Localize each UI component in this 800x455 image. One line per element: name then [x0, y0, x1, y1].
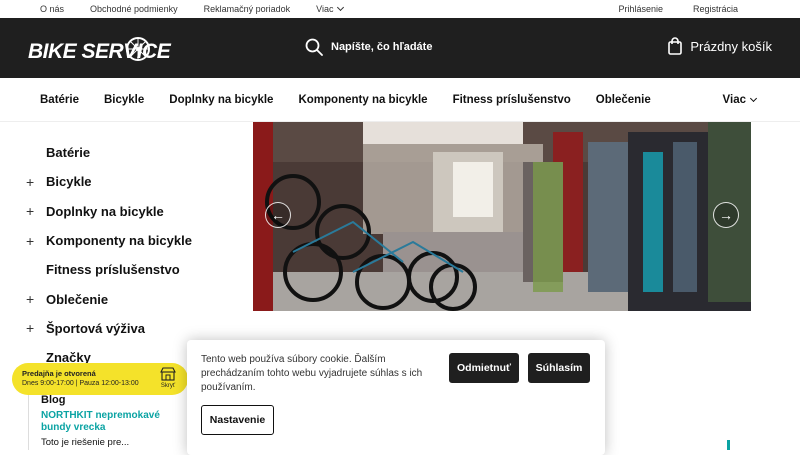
- sidebar-item-bicykle[interactable]: + Bicykle: [26, 167, 226, 196]
- sidebar-item-komponenty[interactable]: + Komponenty na bicykle: [26, 226, 226, 255]
- shopping-bag-icon: [668, 37, 683, 55]
- topbar-link-terms[interactable]: Obchodné podmienky: [90, 4, 178, 14]
- nav-item-oblecenie[interactable]: Oblečenie: [596, 94, 651, 106]
- sidebar-item-vyziva[interactable]: + Športová výživa: [26, 314, 226, 343]
- accent-bar: [727, 440, 730, 450]
- hero-banner-shop-photo[interactable]: ← →: [253, 122, 751, 311]
- hours-status: Predajňa je otvorená: [22, 369, 96, 378]
- arrow-left-icon: ←: [271, 207, 285, 223]
- cookie-decline-button[interactable]: Odmietnuť: [449, 353, 519, 383]
- nav-item-doplnky[interactable]: Doplnky na bicykle: [169, 94, 273, 106]
- search-icon: [305, 38, 323, 56]
- hide-badge-button[interactable]: Skryť: [158, 367, 178, 389]
- site-header: BIKE SERVICE Napíšte, čo hľadáte Prázdny…: [0, 18, 800, 78]
- hours-times: Dnes 9:00-17:00 | Pauza 12:00-13:00: [22, 380, 139, 387]
- plus-icon[interactable]: +: [26, 233, 46, 249]
- bike-service-logo[interactable]: BIKE SERVICE: [28, 28, 171, 68]
- cookie-consent-dialog: Tento web používa súbory cookie. Ďalším …: [187, 340, 605, 455]
- cookie-accept-button[interactable]: Súhlasím: [528, 353, 590, 383]
- nav-item-bicykle[interactable]: Bicykle: [104, 94, 144, 106]
- store-icon: [160, 367, 176, 381]
- chevron-down-icon: [749, 94, 758, 103]
- sidebar-item-label: Oblečenie: [46, 291, 109, 307]
- sidebar-item-oblecenie[interactable]: + Oblečenie: [26, 284, 226, 313]
- cart-label: Prázdny košík: [690, 38, 772, 54]
- plus-icon[interactable]: +: [26, 291, 46, 307]
- sidebar-item-baterie[interactable]: Batérie: [26, 138, 226, 167]
- category-sidebar: Batérie + Bicykle + Doplnky na bicykle + Ko…: [26, 138, 226, 372]
- nav-item-fitness[interactable]: Fitness príslušenstvo: [453, 94, 571, 106]
- topbar-more-menu[interactable]: Viac: [316, 3, 345, 14]
- plus-icon[interactable]: +: [26, 203, 46, 219]
- hide-badge-label: Skryť: [160, 383, 176, 389]
- sidebar-item-label: Bicykle: [46, 174, 92, 190]
- sidebar-item-fitness[interactable]: Fitness príslušenstvo: [26, 255, 226, 284]
- cart-button[interactable]: Prázdny košík: [668, 37, 772, 55]
- sidebar-item-label: Športová výživa: [46, 320, 145, 336]
- opening-hours-badge[interactable]: Predajňa je otvorená Dnes 9:00-17:00 | P…: [12, 363, 188, 395]
- nav-more-label: Viac: [722, 94, 746, 106]
- topbar-link-complaints[interactable]: Reklamačný poriadok: [204, 4, 291, 14]
- sidebar-item-label: Fitness príslušenstvo: [46, 262, 180, 278]
- topbar-more-label: Viac: [316, 4, 334, 14]
- sidebar-item-label: Batérie: [46, 145, 91, 161]
- nav-item-komponenty[interactable]: Komponenty na bicykle: [298, 94, 427, 106]
- plus-icon[interactable]: +: [26, 174, 46, 190]
- banner-prev-arrow[interactable]: ←: [265, 202, 291, 228]
- search-input[interactable]: Napíšte, čo hľadáte: [305, 38, 432, 56]
- main-nav: Batérie Bicykle Doplnky na bicykle Kompo…: [0, 78, 800, 122]
- cookie-settings-button[interactable]: Nastavenie: [201, 405, 274, 435]
- blog-article-title[interactable]: NORTHKIT nepremokavé bundy vrecka: [41, 410, 188, 434]
- chevron-down-icon: [337, 3, 345, 12]
- blog-article-excerpt: Toto je riešenie pre...: [41, 437, 130, 448]
- topbar-link-about[interactable]: O nás: [40, 4, 64, 14]
- login-link[interactable]: Prihlásenie: [618, 4, 663, 14]
- cookie-message: Tento web používa súbory cookie. Ďalším …: [201, 354, 423, 393]
- blog-heading: Blog: [41, 394, 66, 406]
- sidebar-item-label: Doplnky na bicykle: [46, 203, 164, 219]
- nav-more-menu[interactable]: Viac: [722, 94, 758, 106]
- sidebar-item-doplnky[interactable]: + Doplnky na bicykle: [26, 197, 226, 226]
- arrow-right-icon: →: [719, 207, 733, 223]
- blog-section: Blog NORTHKIT nepremokavé bundy vrecka T…: [28, 388, 188, 450]
- search-placeholder: Napíšte, čo hľadáte: [331, 41, 433, 53]
- top-utility-bar: O nás Obchodné podmienky Reklamačný pori…: [0, 0, 800, 18]
- register-link[interactable]: Registrácia: [693, 4, 738, 14]
- plus-icon[interactable]: +: [26, 320, 46, 336]
- shop-interior-image: [253, 122, 751, 311]
- banner-next-arrow[interactable]: →: [713, 202, 739, 228]
- sidebar-item-label: Komponenty na bicykle: [46, 233, 192, 249]
- nav-item-batterie[interactable]: Batérie: [40, 94, 79, 106]
- bicycle-wheel-icon: [126, 37, 150, 61]
